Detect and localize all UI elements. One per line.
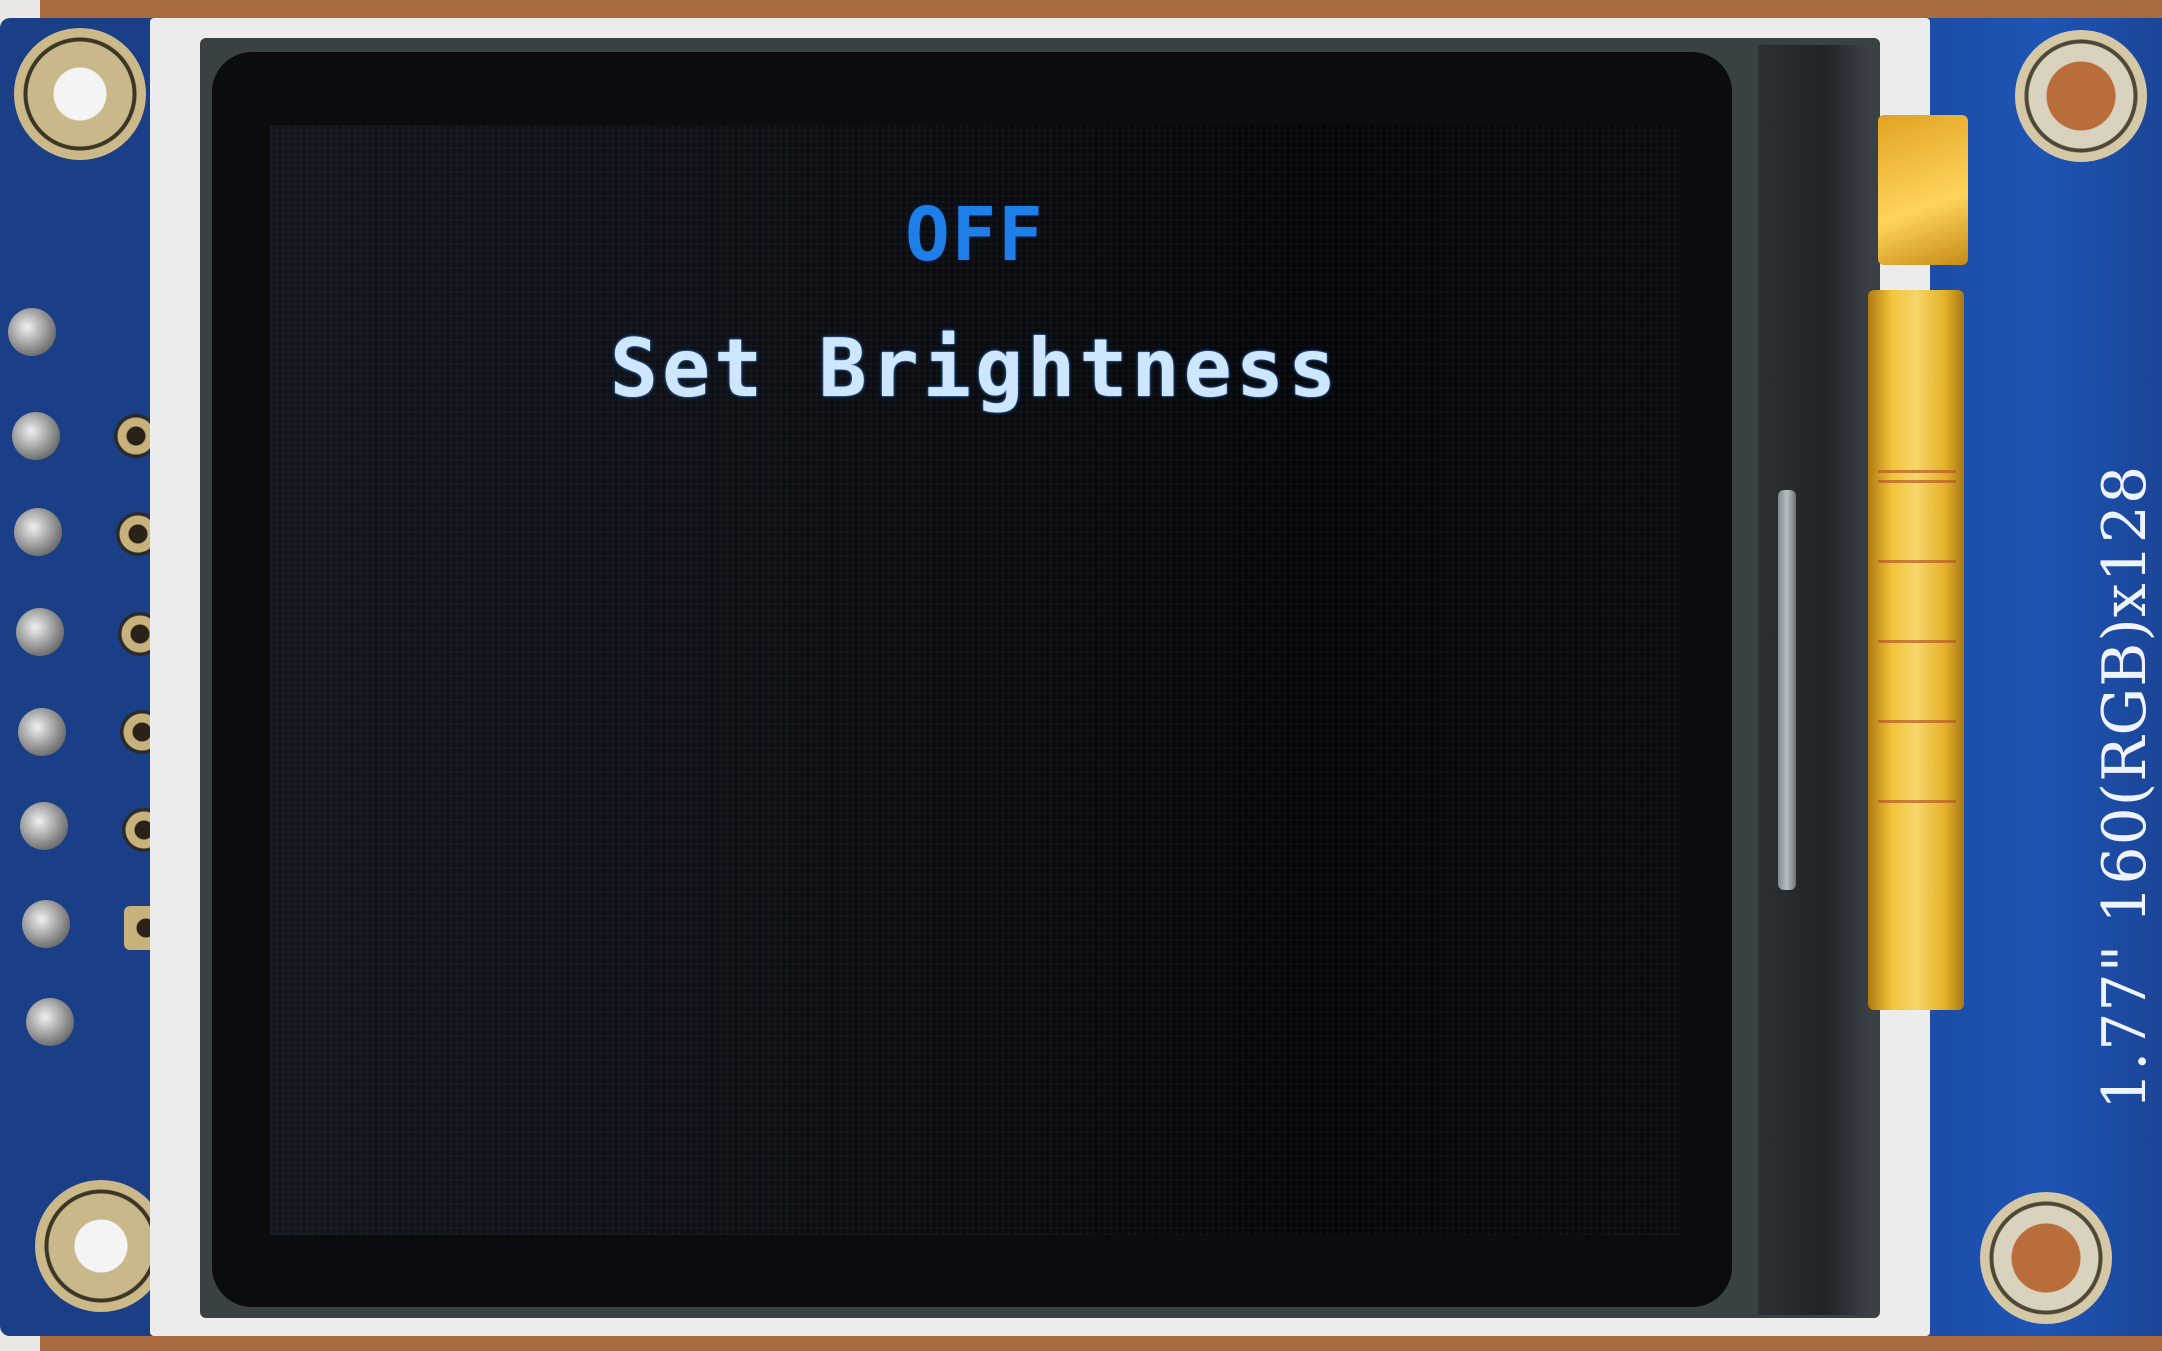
header-pin bbox=[16, 608, 64, 656]
board-silkscreen-label: 1.77" 160(RGB)x128 bbox=[2090, 464, 2160, 1110]
ribbon-trace bbox=[1878, 720, 1956, 723]
header-pin bbox=[26, 998, 74, 1046]
ribbon-trace bbox=[1878, 560, 1956, 563]
ribbon-trace bbox=[1878, 640, 1956, 643]
mounting-hole-bottom-left bbox=[35, 1180, 167, 1312]
header-pin bbox=[20, 802, 68, 850]
display-side-strip bbox=[1758, 45, 1868, 1315]
header-pin bbox=[12, 412, 60, 460]
ribbon-trace bbox=[1878, 470, 1956, 473]
mounting-hole-top-left bbox=[14, 28, 146, 160]
menu-title: Set Brightness bbox=[609, 322, 1341, 415]
status-text: OFF bbox=[905, 192, 1045, 278]
lcd-screen bbox=[270, 125, 1680, 1235]
display-edge-reflection bbox=[1778, 490, 1796, 890]
header-pin bbox=[8, 308, 56, 356]
mounting-hole-top-right bbox=[2015, 30, 2147, 162]
ribbon-trace bbox=[1878, 800, 1956, 803]
header-pin bbox=[14, 508, 62, 556]
mounting-hole-bottom-right bbox=[1980, 1192, 2112, 1324]
header-pin bbox=[18, 708, 66, 756]
ribbon-trace bbox=[1878, 480, 1956, 483]
flex-ribbon-top bbox=[1878, 115, 1968, 265]
flex-ribbon-cable bbox=[1868, 290, 1964, 1010]
header-pin bbox=[22, 900, 70, 948]
